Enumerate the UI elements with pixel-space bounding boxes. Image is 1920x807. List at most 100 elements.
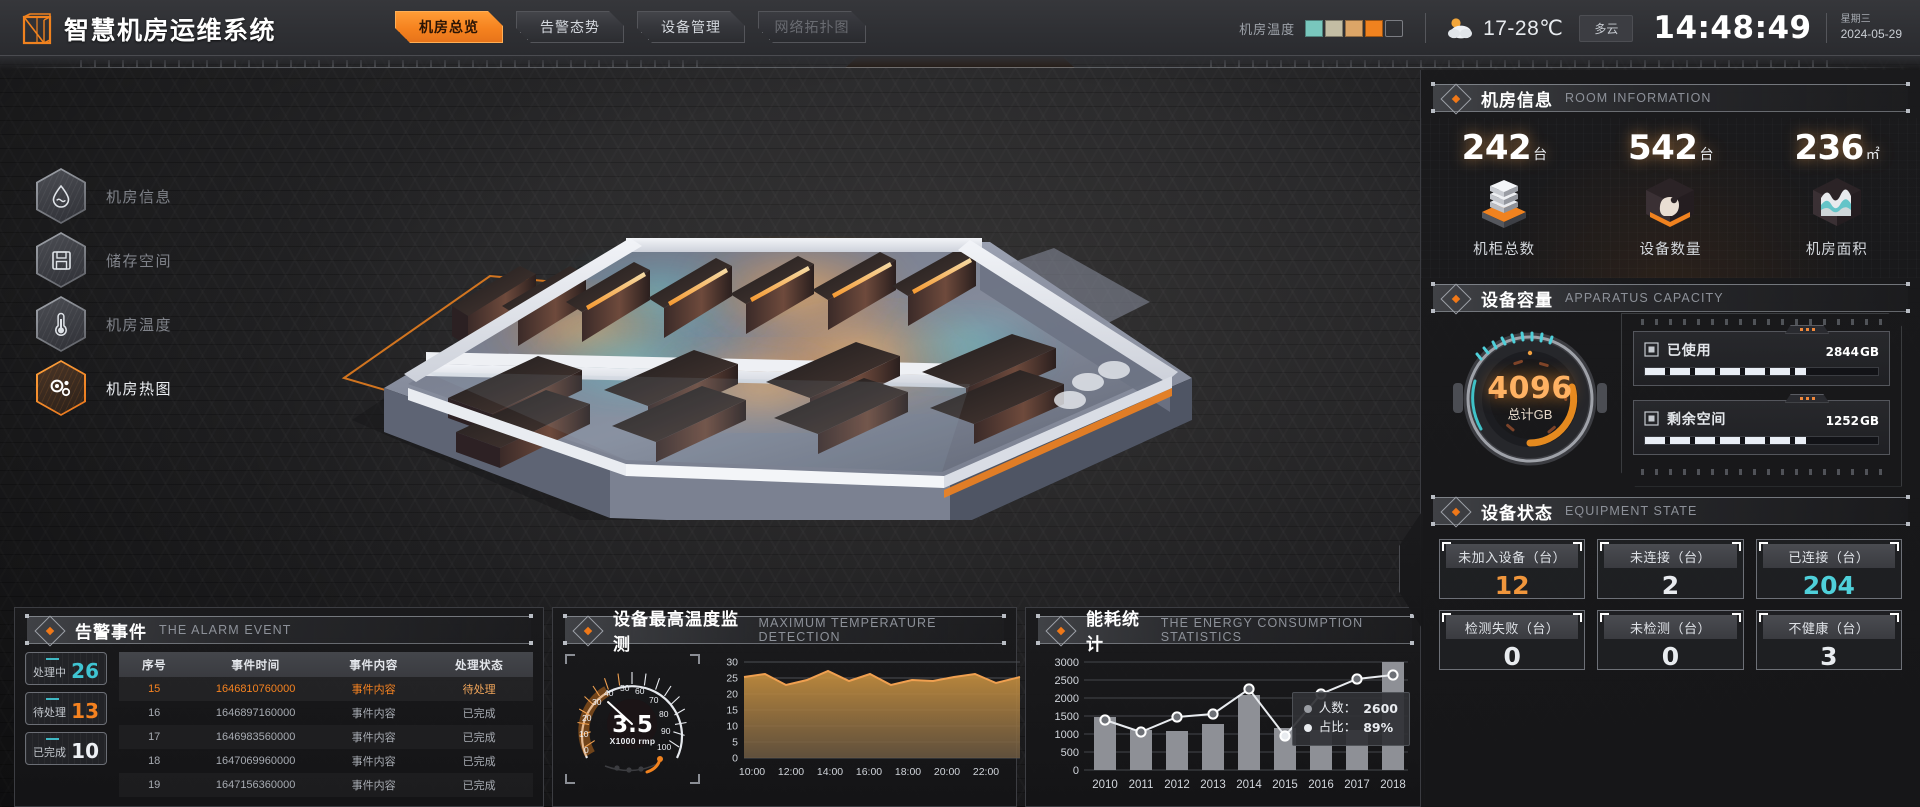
clock-divider bbox=[1825, 13, 1827, 43]
svg-text:14:00: 14:00 bbox=[817, 766, 843, 778]
svg-text:3000: 3000 bbox=[1055, 657, 1079, 669]
svg-text:12:00: 12:00 bbox=[778, 766, 804, 778]
svg-text:20:00: 20:00 bbox=[934, 766, 960, 778]
temperature-area-chart: 30 25 20 15 10 5 0 10:00 12:00 14:00 16:00 18:0… bbox=[710, 654, 1022, 789]
corner-accent-icon bbox=[519, 32, 528, 41]
quicknav-item-storage[interactable]: 储存空间 bbox=[36, 228, 172, 292]
left-quick-nav: 机房信息 储存空间 机房温度 机房热图 bbox=[36, 164, 172, 420]
legend-swatch-1 bbox=[1305, 19, 1324, 37]
capacity-row-label: 已使用 bbox=[1667, 341, 1712, 358]
temperature-legend-label: 机房温度 bbox=[1239, 21, 1296, 37]
table-row[interactable]: 16 1646897160000 事件内容 已完成 bbox=[119, 701, 533, 725]
tab-label: 告警态势 bbox=[540, 19, 600, 35]
temperature-legend: 机房温度 bbox=[1239, 19, 1404, 38]
header-underline bbox=[0, 56, 1920, 70]
equipment-cell-unhealthy[interactable]: 不健康（台） 3 bbox=[1755, 610, 1902, 671]
chip-icon bbox=[1644, 342, 1659, 357]
heatmap-icon bbox=[36, 360, 86, 416]
datacenter-3d-scene[interactable] bbox=[330, 43, 1210, 530]
corner-bracket-icon bbox=[565, 774, 575, 784]
floppy-disk-icon bbox=[36, 232, 86, 288]
table-row[interactable]: 19 1647156360000 事件内容 已完成 bbox=[119, 773, 533, 797]
diamond-marker-icon bbox=[572, 615, 604, 647]
tab-alarm-situation[interactable]: 告警态势 bbox=[516, 11, 624, 43]
table-row[interactable]: 18 1647069960000 事件内容 已完成 bbox=[119, 749, 533, 773]
svg-text:15: 15 bbox=[726, 705, 738, 717]
column-header-id: 序号 bbox=[119, 652, 190, 677]
metric-cabinet-total: 242 台 机柜总数 bbox=[1434, 128, 1574, 259]
section-title-en: THE ALARM EVENT bbox=[159, 623, 292, 637]
equipment-cell-detect-failed[interactable]: 检测失败（台） 0 bbox=[1439, 610, 1586, 671]
svg-text:10:00: 10:00 bbox=[739, 766, 765, 778]
tooltip-value: 89% bbox=[1363, 720, 1394, 736]
section-title-en: THE ENERGY CONSUMPTION STATISTICS bbox=[1160, 616, 1364, 644]
metric-value: 236 bbox=[1794, 128, 1864, 168]
metric-unit: ㎡ bbox=[1865, 147, 1880, 163]
quicknav-item-room-temperature[interactable]: 机房温度 bbox=[36, 292, 172, 356]
equipment-cell-not-joined[interactable]: 未加入设备（台） 12 bbox=[1439, 539, 1586, 600]
cloud-sun-icon bbox=[1448, 18, 1473, 39]
svg-text:0: 0 bbox=[732, 753, 738, 765]
capacity-row-value: 1252 bbox=[1825, 413, 1859, 428]
temperature-detection-header: 设备最高温度监测 MAXIMUM TEMPERATURE DETECTION bbox=[563, 610, 1006, 654]
cube-icon bbox=[22, 13, 52, 45]
corner-accent-icon bbox=[735, 11, 745, 24]
corner-accent-icon bbox=[856, 11, 866, 24]
alarm-stat-value: 26 bbox=[71, 659, 99, 683]
equipment-cell-value: 12 bbox=[1494, 571, 1530, 600]
metric-label: 机柜总数 bbox=[1473, 242, 1536, 258]
svg-text:5: 5 bbox=[732, 737, 738, 749]
cell-time: 1647069960000 bbox=[215, 755, 296, 767]
cell-time: 1646897160000 bbox=[215, 707, 296, 719]
equipment-cell-not-detected[interactable]: 未检测（台） 0 bbox=[1597, 610, 1744, 671]
svg-text:2000: 2000 bbox=[1055, 693, 1079, 705]
corner-bracket-icon bbox=[690, 774, 700, 784]
alarm-stat-pending[interactable]: 待处理 13 bbox=[25, 692, 107, 725]
equipment-cell-connected[interactable]: 已连接（台） 204 bbox=[1755, 539, 1902, 600]
alarm-stat-label: 已完成 bbox=[33, 747, 66, 759]
metric-unit: 台 bbox=[1699, 147, 1713, 163]
quicknav-item-room-info[interactable]: 机房信息 bbox=[36, 164, 172, 228]
capacity-row-label: 剩余空间 bbox=[1667, 410, 1727, 427]
equipment-cell-label: 检测失败（台） bbox=[1446, 615, 1579, 639]
svg-text:20: 20 bbox=[726, 689, 738, 701]
column-header-content: 事件内容 bbox=[321, 652, 426, 677]
alarm-event-table: 序号 事件时间 事件内容 处理状态 15 1646810760000 事件内容 … bbox=[119, 652, 533, 797]
rpm-gauge: 0 10 20 30 40 50 60 70 80 90 100 3.5 X10… bbox=[565, 654, 700, 784]
tab-network-topology[interactable]: 网络拓扑图 bbox=[758, 11, 866, 43]
svg-text:2017: 2017 bbox=[1344, 779, 1370, 791]
alarm-stat-completed[interactable]: 已完成 10 bbox=[25, 732, 107, 765]
metric-unit: 台 bbox=[1533, 147, 1547, 163]
section-title-cn: 设备状态 bbox=[1481, 503, 1553, 523]
section-title-cn: 机房信息 bbox=[1481, 90, 1553, 110]
alarm-stat-value: 13 bbox=[71, 699, 99, 723]
table-row[interactable]: 17 1646983560000 事件内容 已完成 bbox=[119, 725, 533, 749]
table-row[interactable]: 15 1646810760000 事件内容 待处理 bbox=[119, 677, 533, 701]
tab-device-management[interactable]: 设备管理 bbox=[637, 11, 745, 43]
table-header-row: 序号 事件时间 事件内容 处理状态 bbox=[119, 652, 533, 677]
capacity-tab-icon bbox=[1785, 393, 1829, 403]
alarm-stat-value: 10 bbox=[71, 739, 99, 763]
series-dot-icon bbox=[1303, 724, 1312, 733]
corner-accent-icon bbox=[398, 32, 407, 41]
svg-text:2015: 2015 bbox=[1272, 779, 1298, 791]
cell-status: 已完成 bbox=[425, 725, 533, 749]
quicknav-label: 机房温度 bbox=[106, 316, 173, 334]
capacity-row-bar bbox=[1644, 435, 1879, 445]
equipment-cell-disconnected[interactable]: 未连接（台） 2 bbox=[1597, 539, 1744, 600]
header-divider bbox=[1425, 13, 1427, 43]
gauge-readout: 3.5 X1000 rmp bbox=[565, 712, 700, 746]
alarm-stat-processing[interactable]: 处理中 26 bbox=[25, 652, 107, 685]
dashboard-root: 智慧机房运维系统 机房总览 告警态势 设备管理 网络拓扑图 机房温度 17-28… bbox=[0, 0, 1920, 807]
svg-text:1500: 1500 bbox=[1055, 711, 1079, 723]
corner-bracket-icon bbox=[690, 654, 700, 664]
energy-chart-tooltip: 人数： 2600 占比： 89% bbox=[1291, 692, 1410, 746]
metric-value: 242 bbox=[1461, 128, 1532, 168]
tab-room-overview[interactable]: 机房总览 bbox=[395, 11, 503, 43]
gauge-value: 3.5 bbox=[612, 712, 653, 738]
section-title-en: APPARATUS CAPACITY bbox=[1565, 291, 1724, 305]
temperature-detection-panel: 设备最高温度监测 MAXIMUM TEMPERATURE DETECTION 0… bbox=[552, 607, 1021, 807]
quicknav-item-heatmap[interactable]: 机房热图 bbox=[36, 356, 172, 420]
corner-accent-icon bbox=[640, 32, 649, 41]
tooltip-label: 人数： bbox=[1318, 701, 1357, 715]
